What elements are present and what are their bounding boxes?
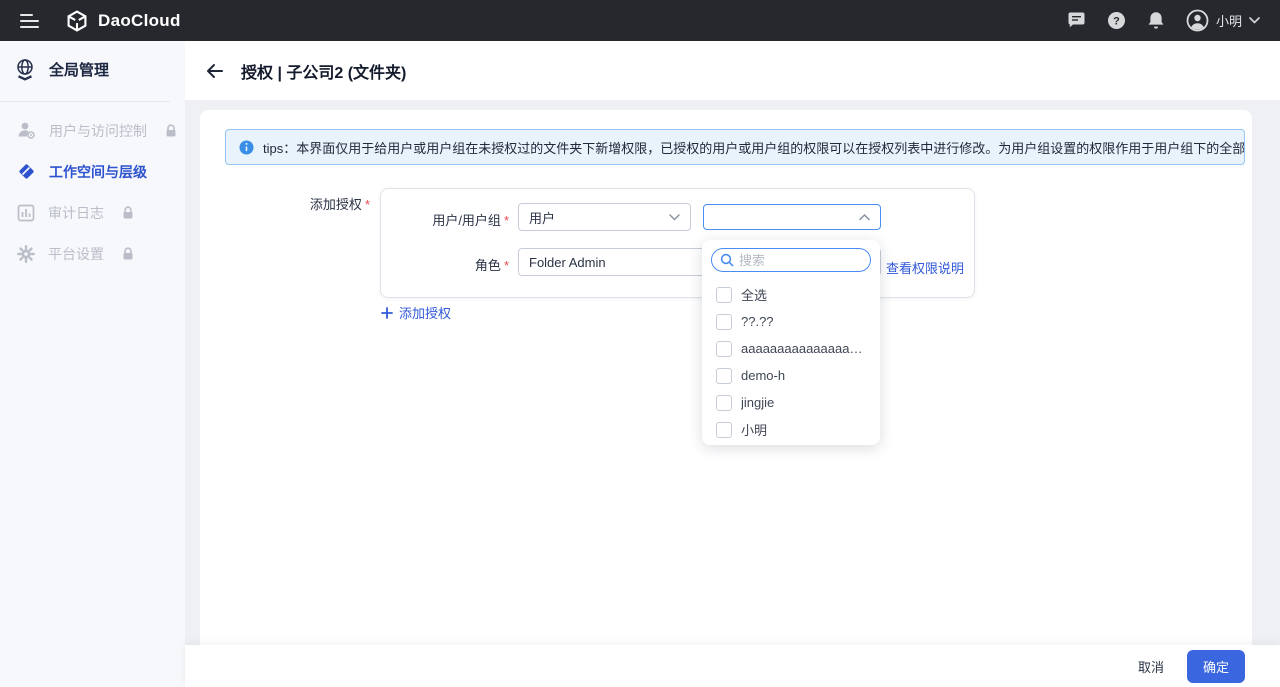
subject-type-select[interactable]: 用户	[518, 203, 691, 231]
footer-action-bar: 取消 确定	[185, 645, 1280, 687]
role-field-label: 角色*	[381, 255, 509, 274]
search-icon	[720, 253, 734, 267]
sidebar-item-label: 审计日志	[48, 203, 104, 223]
dropdown-option[interactable]: ??.??	[702, 308, 880, 335]
gear-icon	[17, 245, 35, 263]
member-multiselect[interactable]	[703, 204, 881, 230]
dropdown-option[interactable]: 小明	[702, 416, 880, 443]
required-marker: *	[365, 197, 370, 212]
avatar-icon	[1186, 9, 1209, 32]
workspace-diamond-icon	[17, 162, 36, 181]
dropdown-search-box[interactable]	[711, 248, 871, 272]
add-authorization-link-label: 添加授权	[399, 303, 451, 322]
sidebar-header: 全局管理	[0, 41, 185, 95]
checkbox-unchecked-icon[interactable]	[716, 287, 732, 303]
user-menu[interactable]: 小明	[1186, 9, 1260, 32]
brand-name: DaoCloud	[98, 11, 181, 31]
topbar-actions: ? 小明	[1067, 9, 1260, 32]
sidebar-header-label: 全局管理	[49, 59, 109, 80]
chevron-down-icon	[1249, 17, 1260, 24]
dropdown-option-label: ??.??	[741, 314, 774, 329]
lock-icon	[122, 247, 134, 261]
brand[interactable]: DaoCloud	[65, 9, 181, 33]
view-permission-description-link[interactable]: 查看权限说明	[886, 258, 964, 277]
back-arrow-icon[interactable]	[206, 63, 224, 79]
sidebar-item-label: 用户与访问控制	[49, 121, 147, 141]
audit-log-icon	[17, 204, 35, 222]
dropdown-option-label: jingjie	[741, 395, 774, 410]
tips-text: tips：本界面仅用于给用户或用户组在未授权过的文件夹下新增权限，已授权的用户或…	[263, 138, 1245, 157]
dropdown-option-list: 全选 ??.?? aaaaaaaaaaaaaaaaa… demo-h jingj…	[702, 281, 880, 443]
authorization-fieldset: 用户/用户组* 用户 角色* Folder Admin	[380, 188, 975, 298]
checkbox-unchecked-icon[interactable]	[716, 341, 732, 357]
page-header: 授权 | 子公司2 (文件夹)	[185, 41, 1280, 100]
chevron-up-icon	[859, 214, 870, 221]
dropdown-option-label: aaaaaaaaaaaaaaaaa…	[741, 341, 863, 356]
lock-icon	[165, 124, 177, 138]
user-name: 小明	[1216, 11, 1242, 30]
dropdown-option-label: demo-h	[741, 368, 785, 383]
role-select-value: Folder Admin	[529, 255, 606, 270]
search-input[interactable]	[739, 253, 862, 268]
sidebar: 全局管理 用户与访问控制 工作空间与层级	[0, 41, 185, 687]
chat-icon[interactable]	[1067, 12, 1086, 29]
required-marker: *	[504, 213, 509, 228]
menu-toggle-icon[interactable]	[20, 14, 39, 28]
sidebar-item-platform-settings[interactable]: 平台设置	[0, 233, 185, 274]
page-title: 授权 | 子公司2 (文件夹)	[241, 59, 406, 83]
info-icon	[239, 140, 254, 155]
subject-field-label: 用户/用户组*	[381, 210, 509, 229]
notifications-bell-icon[interactable]	[1147, 11, 1165, 30]
sidebar-item-label: 平台设置	[48, 244, 104, 264]
subject-type-value: 用户	[529, 208, 555, 227]
globe-icon	[14, 58, 36, 81]
checkbox-unchecked-icon[interactable]	[716, 395, 732, 411]
dropdown-option[interactable]: aaaaaaaaaaaaaaaaa…	[702, 335, 880, 362]
plus-icon	[381, 307, 393, 319]
add-authorization-group-label: 添加授权*	[200, 194, 370, 213]
dropdown-option-label: 小明	[741, 420, 767, 439]
sidebar-item-user-access-control[interactable]: 用户与访问控制	[0, 110, 185, 151]
user-gear-icon	[17, 121, 36, 140]
topbar: DaoCloud ?	[0, 0, 1280, 41]
member-dropdown-panel: 全选 ??.?? aaaaaaaaaaaaaaaaa… demo-h jingj…	[702, 240, 880, 445]
cancel-button[interactable]: 取消	[1138, 657, 1164, 676]
chevron-down-icon	[669, 214, 680, 221]
lock-icon	[122, 206, 134, 220]
sidebar-item-label: 工作空间与层级	[49, 162, 147, 182]
sidebar-divider	[0, 101, 170, 102]
add-authorization-link[interactable]: 添加授权	[381, 303, 451, 322]
confirm-button[interactable]: 确定	[1187, 650, 1245, 683]
dropdown-option[interactable]: jingjie	[702, 389, 880, 416]
help-icon[interactable]: ?	[1107, 11, 1126, 30]
sidebar-item-workspace-hierarchy[interactable]: 工作空间与层级	[0, 151, 185, 192]
svg-text:?: ?	[1113, 15, 1120, 27]
dropdown-option[interactable]: 全选	[702, 281, 880, 308]
checkbox-unchecked-icon[interactable]	[716, 422, 732, 438]
sidebar-item-audit-log[interactable]: 审计日志	[0, 192, 185, 233]
checkbox-unchecked-icon[interactable]	[716, 314, 732, 330]
tips-banner: tips：本界面仅用于给用户或用户组在未授权过的文件夹下新增权限，已授权的用户或…	[225, 129, 1245, 165]
checkbox-unchecked-icon[interactable]	[716, 368, 732, 384]
dropdown-option-label: 全选	[741, 285, 767, 304]
daocloud-logo-icon	[65, 9, 89, 33]
required-marker: *	[504, 258, 509, 273]
dropdown-option[interactable]: demo-h	[702, 362, 880, 389]
